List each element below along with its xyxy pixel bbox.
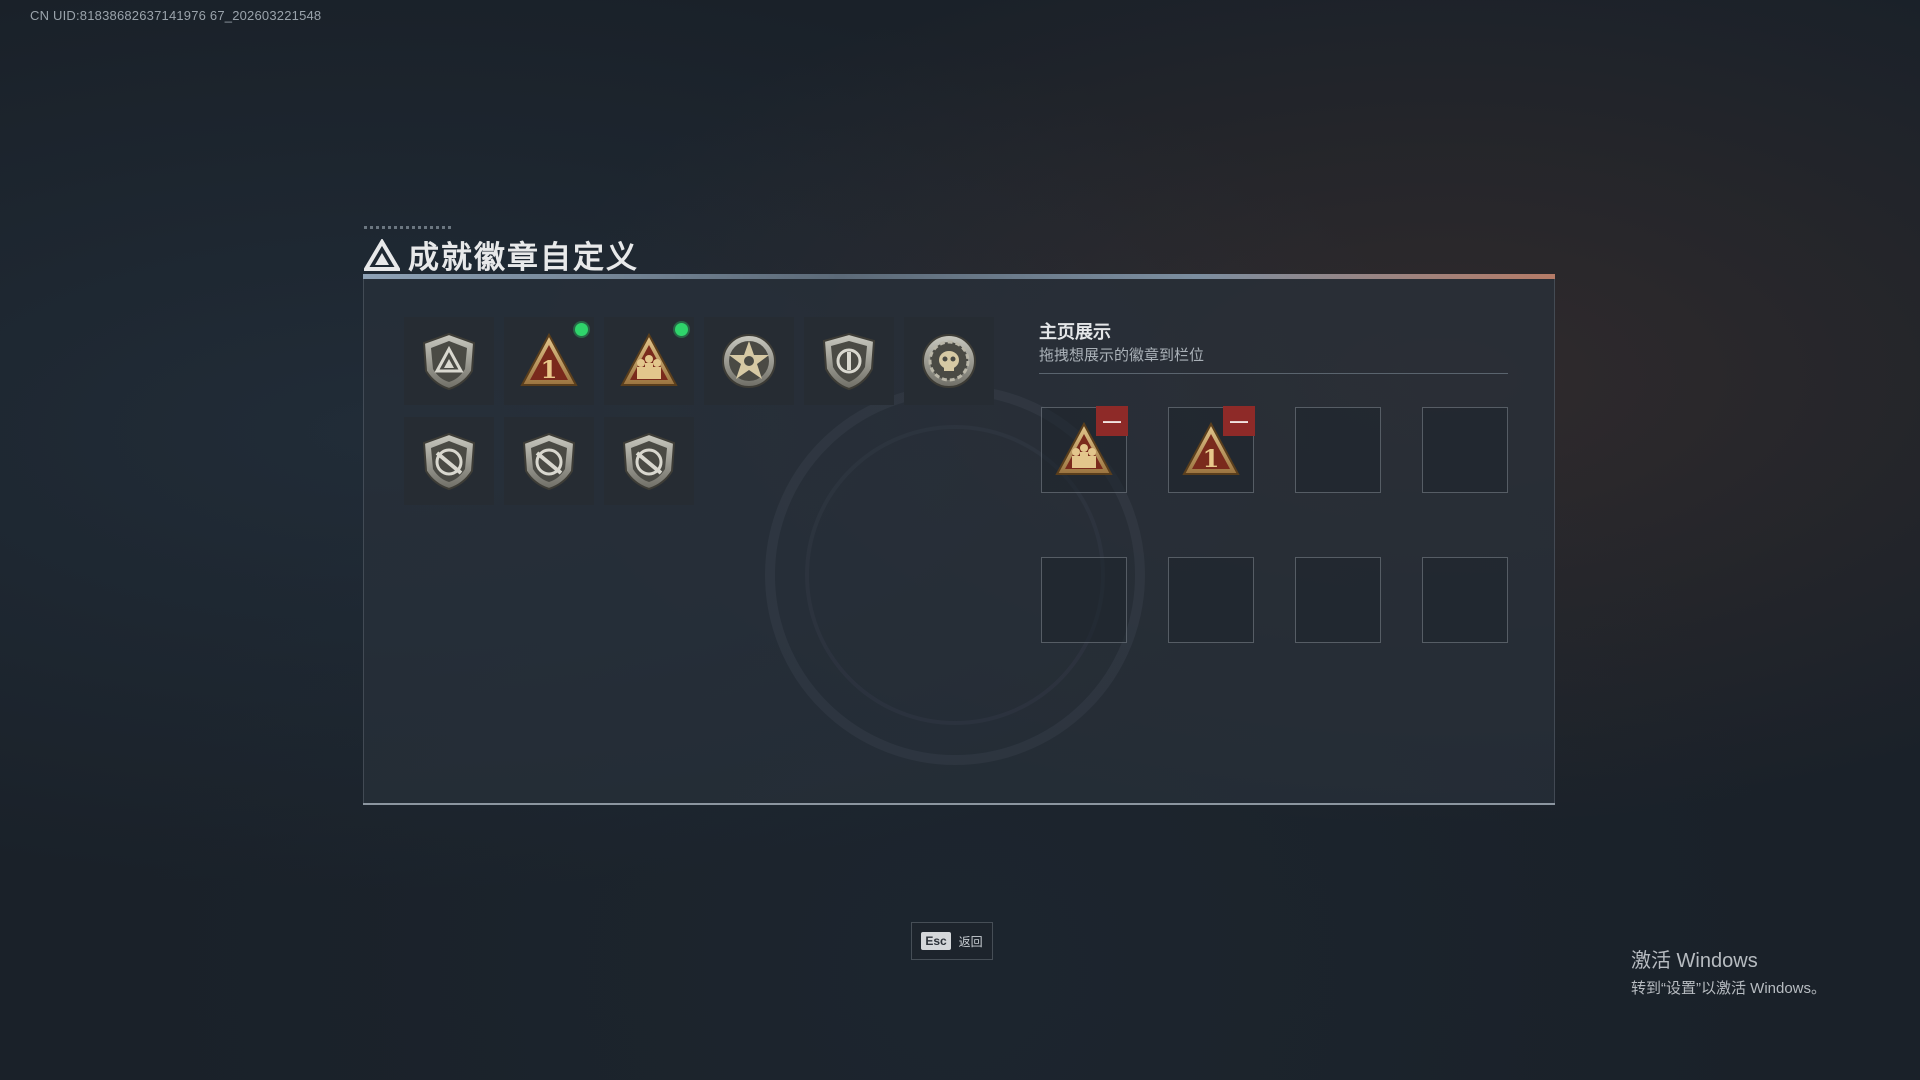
badge-item[interactable] [704, 317, 794, 405]
showcase-slot-empty[interactable] [1295, 557, 1381, 643]
back-label: 返回 [958, 934, 983, 949]
badge-item[interactable] [404, 317, 494, 405]
windows-activation-notice: 激活 Windows 转到“设置”以激活 Windows。 [1631, 944, 1826, 998]
showcase-title: 主页展示 [1039, 322, 1111, 342]
badge-item[interactable] [904, 317, 994, 405]
page-header: 成就徽章自定义 [364, 232, 639, 277]
activation-title: 激活 Windows [1631, 950, 1758, 972]
shield-emblem-badge-icon [822, 332, 876, 391]
uid-label: CN UID:81838682637141976 67_202603221548 [30, 8, 322, 23]
showcase-divider [1039, 373, 1508, 374]
panel-bottom-border [363, 803, 1555, 805]
activation-subtitle: 转到“设置”以激活 Windows。 [1631, 980, 1827, 997]
svg-text:1: 1 [541, 355, 558, 384]
minus-icon: — [1230, 411, 1248, 431]
showcase-subtitle: 拖拽想展示的徽章到栏位 [1039, 347, 1205, 364]
new-indicator [575, 323, 588, 336]
triangle-shield-badge-icon [422, 332, 476, 391]
soldiers-triangle-badge-icon [620, 332, 678, 386]
crossed-rifle-shield-badge-icon [522, 432, 576, 491]
remove-badge-button[interactable]: — [1223, 406, 1255, 436]
panel-top-border [363, 274, 1555, 279]
triangle-logo-icon [364, 238, 400, 271]
showcase-slot[interactable]: 1 — [1168, 406, 1255, 493]
badge-item[interactable] [804, 317, 894, 405]
remove-badge-button[interactable]: — [1096, 406, 1128, 436]
star-medal-badge-icon [722, 334, 776, 388]
badge-item[interactable] [604, 317, 694, 405]
back-button[interactable]: Esc 返回 [911, 922, 993, 960]
page-title: 成就徽章自定义 [408, 240, 639, 275]
new-indicator [675, 323, 688, 336]
number-one-triangle-badge-icon: 1 [520, 332, 578, 386]
showcase-slot-empty[interactable] [1168, 557, 1254, 643]
showcase-slot-empty[interactable] [1041, 557, 1127, 643]
badge-item[interactable] [604, 417, 694, 505]
showcase-slot-empty[interactable] [1295, 407, 1381, 493]
showcase-slot-empty[interactable] [1422, 557, 1508, 643]
badge-item[interactable] [504, 417, 594, 505]
showcase-slot-empty[interactable] [1422, 407, 1508, 493]
showcase-slot[interactable]: — [1041, 406, 1128, 493]
crossed-rifle-shield-badge-icon [422, 432, 476, 491]
badge-item[interactable]: 1 [504, 317, 594, 405]
crossed-rifle-shield-badge-icon [622, 432, 676, 491]
title-decoration [364, 226, 454, 229]
esc-key-hint: Esc [921, 932, 951, 950]
minus-icon: — [1103, 411, 1121, 431]
svg-text:1: 1 [1203, 444, 1220, 473]
gear-skull-badge-icon [922, 334, 976, 388]
badge-item[interactable] [404, 417, 494, 505]
